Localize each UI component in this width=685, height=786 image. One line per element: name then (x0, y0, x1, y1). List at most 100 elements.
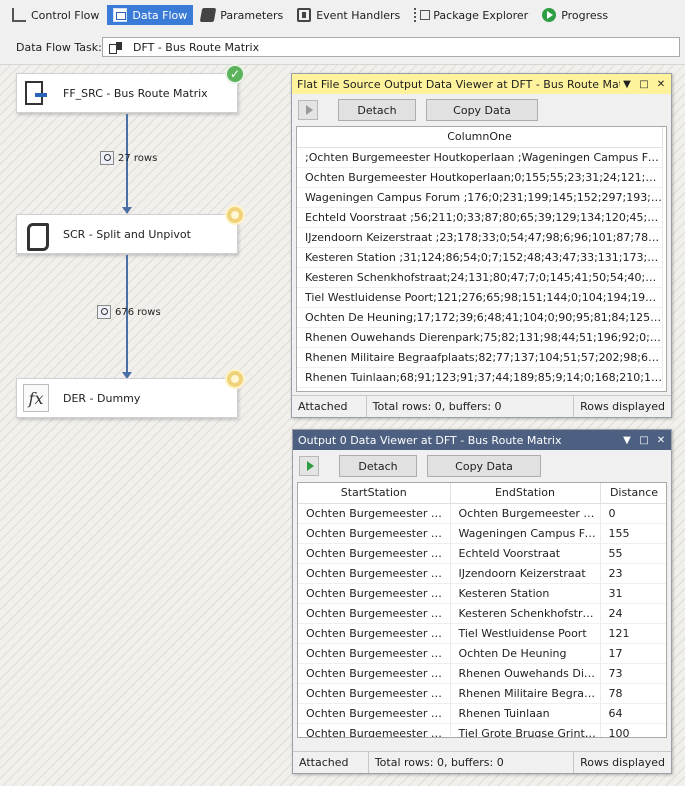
continue-play-icon[interactable] (299, 456, 319, 476)
table-cell: Echteld Voorstraat ;56;211;0;33;87;80;65… (297, 207, 663, 228)
viewer-data-grid[interactable]: StartStation EndStation Distance Ochten … (297, 482, 667, 738)
detach-button[interactable]: Detach (339, 455, 417, 477)
table-row[interactable]: Ochten Burgemeester Ho… Rhenen Ouwehands … (298, 663, 666, 684)
component-flat-file-source[interactable]: FF_SRC - Bus Route Matrix ✓ (16, 64, 245, 113)
tab-data-flow[interactable]: Data Flow (107, 5, 194, 25)
rows-displayed-status: Rows displayed (580, 400, 665, 413)
table-row[interactable]: Kesteren Schenkhofstraat;24;131;80;47;7;… (297, 267, 663, 288)
table-row[interactable]: Wageningen Campus Forum ;176;0;231;199;1… (297, 187, 663, 208)
path-2-row-count[interactable]: 676 rows (97, 305, 161, 319)
viewer-title-bar[interactable]: Flat File Source Output Data Viewer at D… (292, 74, 671, 94)
viewer-toolbar: Detach Copy Data (292, 94, 671, 126)
table-row[interactable]: IJzendoorn Keizerstraat ;23;178;33;0;54;… (297, 227, 663, 248)
total-rows-status: Total rows: 0, buffers: 0 (369, 752, 575, 773)
table-row[interactable]: Ochten Burgemeester Ho… Kesteren Station 3… (298, 583, 666, 604)
table-row[interactable]: Ochten Burgemeester Houtkoperlaan;0;155;… (297, 167, 663, 188)
maximize-icon[interactable]: □ (637, 79, 651, 90)
tab-label: Event Handlers (316, 8, 401, 22)
table-row[interactable]: Ochten Burgemeester Ho… Rhenen Militaire … (298, 683, 666, 704)
distance-cell: 121 (600, 623, 666, 644)
close-icon[interactable]: ✕ (654, 435, 668, 446)
tab-parameters[interactable]: Parameters (195, 5, 289, 25)
tab-label: Parameters (220, 8, 284, 22)
viewer-data-grid[interactable]: ColumnOne ;Ochten Burgemeester Houtkoper… (296, 126, 667, 392)
tab-label: Progress (561, 8, 609, 22)
column-header-start-station[interactable]: StartStation (298, 483, 451, 504)
dropdown-arrow-icon[interactable]: ▼ (620, 79, 634, 90)
table-row[interactable]: Rhenen Militaire Begraafplaats;82;77;137… (297, 347, 663, 368)
table-row[interactable]: Ochten De Heuning;17;172;39;6;48;41;104;… (297, 307, 663, 328)
data-viewer-icon (97, 305, 111, 319)
distance-cell: 78 (600, 683, 666, 704)
table-row[interactable]: Kesteren Station ;31;124;86;54;0;7;152;4… (297, 247, 663, 268)
table-cell: Rhenen Tuinlaan;68;91;123;91;37;44;189;8… (297, 367, 663, 388)
copy-data-button[interactable]: Copy Data (426, 99, 538, 121)
table-row[interactable]: Ochten Burgemeester Ho… Wageningen Campus… (298, 523, 666, 544)
end-station-cell: IJzendoorn Keizerstraat (450, 563, 601, 584)
table-cell: ;Ochten Burgemeester Houtkoperlaan ;Wage… (297, 147, 663, 168)
path-1-row-count[interactable]: 27 rows (100, 151, 157, 165)
viewer-toolbar: Detach Copy Data (293, 450, 671, 482)
table-row[interactable]: Tiel Westluidense Poort;121;276;65;98;15… (297, 287, 663, 308)
column-header[interactable]: ColumnOne (297, 127, 663, 148)
distance-cell: 55 (600, 543, 666, 564)
viewer-title-bar[interactable]: Output 0 Data Viewer at DFT - Bus Route … (293, 430, 671, 450)
close-icon[interactable]: ✕ (654, 79, 668, 90)
data-flow-canvas[interactable]: FF_SRC - Bus Route Matrix ✓ 27 rows SCR … (0, 64, 685, 786)
task-dropdown[interactable]: DFT - Bus Route Matrix (102, 37, 680, 57)
table-row[interactable]: Rhenen Tuinlaan;68;91;123;91;37;44;189;8… (297, 367, 663, 388)
table-cell: Tiel Westluidense Poort;121;276;65;98;15… (297, 287, 663, 308)
start-station-cell: Ochten Burgemeester Ho… (298, 583, 451, 604)
grid-body: ;Ochten Burgemeester Houtkoperlaan ;Wage… (297, 147, 663, 388)
viewer-title: Flat File Source Output Data Viewer at D… (297, 77, 620, 91)
table-row[interactable]: Ochten Burgemeester Ho… Tiel Grote Brugse… (298, 723, 666, 737)
copy-data-button[interactable]: Copy Data (427, 455, 541, 477)
component-label: DER - Dummy (63, 391, 141, 405)
component-label: SCR - Split and Unpivot (63, 227, 191, 241)
detach-button[interactable]: Detach (338, 99, 416, 121)
component-script-split-unpivot[interactable]: SCR - Split and Unpivot (16, 205, 245, 254)
component-derived-column[interactable]: fx DER - Dummy (16, 369, 245, 418)
table-row[interactable]: Ochten Burgemeester Ho… Rhenen Tuinlaan 64 (298, 703, 666, 724)
task-label: Data Flow Task: (16, 40, 102, 54)
tab-control-flow[interactable]: Control Flow (6, 5, 105, 25)
table-cell: Rhenen Ouwehands Dierenpark;75;82;131;98… (297, 327, 663, 348)
maximize-icon[interactable]: □ (637, 435, 651, 446)
table-row[interactable]: Echteld Voorstraat ;56;211;0;33;87;80;65… (297, 207, 663, 228)
attach-state: Attached (292, 396, 367, 417)
table-row[interactable]: Ochten Burgemeester Ho… Ochten Burgemeest… (298, 503, 666, 524)
script-component-icon (23, 220, 49, 251)
start-station-cell: Ochten Burgemeester Ho… (298, 623, 451, 644)
row-count-text: 676 rows (115, 306, 161, 318)
row-count-text: 27 rows (118, 152, 158, 164)
in-progress-icon (225, 205, 245, 225)
parameters-icon (200, 8, 217, 22)
end-station-cell: Rhenen Tuinlaan (450, 703, 601, 724)
start-station-cell: Ochten Burgemeester Ho… (298, 543, 451, 564)
data-flow-icon (113, 8, 128, 22)
table-row[interactable]: Rhenen Ouwehands Dierenpark;75;82;131;98… (297, 327, 663, 348)
derived-column-icon: fx (23, 384, 49, 412)
dropdown-arrow-icon[interactable]: ▼ (620, 435, 634, 446)
start-station-cell: Ochten Burgemeester Ho… (298, 563, 451, 584)
tab-event-handlers[interactable]: Event Handlers (291, 5, 406, 25)
table-row[interactable]: Ochten Burgemeester Ho… Ochten De Heuning… (298, 643, 666, 664)
progress-icon (542, 8, 557, 22)
tab-package-explorer[interactable]: Package Explorer (408, 5, 534, 25)
component-label: FF_SRC - Bus Route Matrix (63, 86, 208, 100)
distance-cell: 0 (600, 503, 666, 524)
continue-play-icon[interactable] (298, 100, 318, 120)
table-cell: Rhenen Militaire Begraafplaats;82;77;137… (297, 347, 663, 368)
end-station-cell: Kesteren Schenkhofstraat (450, 603, 601, 624)
column-header-end-station[interactable]: EndStation (450, 483, 601, 504)
end-station-cell: Wageningen Campus For… (450, 523, 601, 544)
viewer-title: Output 0 Data Viewer at DFT - Bus Route … (298, 433, 562, 447)
total-rows-status: Total rows: 0, buffers: 0 (367, 396, 575, 417)
table-row[interactable]: Ochten Burgemeester Ho… Kesteren Schenkho… (298, 603, 666, 624)
tab-progress[interactable]: Progress (536, 5, 614, 25)
table-row[interactable]: Ochten Burgemeester Ho… Echteld Voorstraa… (298, 543, 666, 564)
column-header-distance[interactable]: Distance (600, 483, 666, 504)
table-row[interactable]: Ochten Burgemeester Ho… IJzendoorn Keizer… (298, 563, 666, 584)
table-row[interactable]: Ochten Burgemeester Ho… Tiel Westluidense… (298, 623, 666, 644)
table-row[interactable]: ;Ochten Burgemeester Houtkoperlaan ;Wage… (297, 147, 663, 168)
